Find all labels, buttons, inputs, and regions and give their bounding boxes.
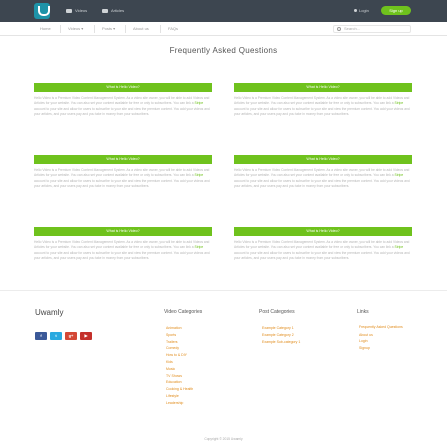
login-link[interactable]: Login [354,8,369,13]
copyright-text: Copyright © 2015 Uwamly [204,437,243,441]
nav-articles-label: Articles [111,8,125,13]
faq-question-header[interactable]: What is Hello Video? [234,83,412,92]
video-category-link[interactable]: TV Shows [166,373,193,380]
links-list: Frequently Asked Questions About us Logi… [359,325,409,352]
video-categories-title: Video Categories [164,309,203,315]
faq-answer: Hello Video is a Premium Video Content M… [34,96,212,128]
video-icon [66,8,72,13]
search-input[interactable]: Search... [333,25,411,33]
video-category-link[interactable]: Lifestyle [166,393,193,400]
footer-link[interactable]: About us [359,332,409,339]
page-title: Frequently Asked Questions [169,46,278,55]
video-category-link[interactable]: Comedy [166,345,193,352]
main-navbar: Home Videos ▾ Posts ▾ About us FAQs Sear… [0,22,447,36]
faq-item: What is Hello Video? Hello Video is a Pr… [34,155,212,200]
stripe-link[interactable]: Stripe [195,173,204,177]
faq-item: What is Hello Video? Hello Video is a Pr… [34,83,212,128]
footer-link[interactable]: Login [359,338,409,345]
footer-link[interactable]: Signup [359,345,409,352]
faq-question-header[interactable]: What is Hello Video? [234,227,412,236]
google-plus-icon[interactable]: g+ [65,332,77,340]
nav-home[interactable]: Home [40,26,51,31]
faq-answer: Hello Video is a Premium Video Content M… [34,240,212,272]
nav-articles-link[interactable]: Articles [102,8,124,13]
faq-answer-text: Hello Video is a Premium Video Content M… [34,96,210,106]
youtube-icon[interactable]: ▶ [80,332,92,340]
faq-answer-text: account to your site and allow for users… [34,106,210,117]
video-category-link[interactable]: Education [166,379,193,386]
article-icon [102,8,108,13]
faq-answer-text: account to your site and allow for users… [34,250,210,261]
nav-videos-label: Videos [75,8,88,13]
signup-button[interactable]: Sign up [381,6,411,15]
video-category-link[interactable]: Kids [166,359,193,366]
post-category-link[interactable]: Example Category 2 [262,332,300,339]
video-category-link[interactable]: Sports [166,332,193,339]
post-category-link[interactable]: Example Sub-category 1 [262,339,300,346]
faq-answer-text: Hello Video is a Premium Video Content M… [34,240,210,250]
twitter-icon[interactable]: t [50,332,62,340]
faq-question-header[interactable]: What is Hello Video? [234,155,412,164]
stripe-link[interactable]: Stripe [395,173,404,177]
faq-answer-text: Hello Video is a Premium Video Content M… [234,168,410,178]
login-label: Login [359,8,369,13]
video-category-link[interactable]: Cooking & Health [166,386,193,393]
faq-answer-text: account to your site and allow for users… [234,106,410,117]
video-category-link[interactable]: How to & DIY [166,352,193,359]
faq-answer-text: Hello Video is a Premium Video Content M… [234,240,410,250]
links-title: Links [357,309,369,315]
faq-answer-text: account to your site and allow for users… [234,178,410,189]
faq-question-header[interactable]: What is Hello Video? [34,155,212,164]
video-category-link[interactable]: Music [166,366,193,373]
faq-question-header[interactable]: What is Hello Video? [34,227,212,236]
stripe-link[interactable]: Stripe [195,101,204,105]
video-category-link[interactable]: Leadership [166,400,193,407]
faq-question-header[interactable]: What is Hello Video? [34,83,212,92]
stripe-link[interactable]: Stripe [195,245,204,249]
faq-item: What is Hello Video? Hello Video is a Pr… [234,83,412,128]
footer-divider [0,290,447,291]
faq-answer-text: Hello Video is a Premium Video Content M… [234,96,410,106]
facebook-icon[interactable]: f [35,332,47,340]
faq-answer: Hello Video is a Premium Video Content M… [234,240,412,272]
nav-divider [125,25,126,33]
stripe-link[interactable]: Stripe [395,101,404,105]
faq-answer: Hello Video is a Premium Video Content M… [34,168,212,200]
video-category-link[interactable]: Animation [166,325,193,332]
top-bar: Videos Articles Login Sign up [0,0,447,22]
nav-divider [94,25,95,33]
video-categories-list: Animation Sports Trailers Comedy How to … [166,325,193,407]
site-logo-icon[interactable] [34,3,50,19]
faq-item: What is Hello Video? Hello Video is a Pr… [234,227,412,272]
post-categories-title: Post Categories [259,309,295,315]
faq-item: What is Hello Video? Hello Video is a Pr… [34,227,212,272]
faq-answer-text: Hello Video is a Premium Video Content M… [34,168,210,178]
faq-item: What is Hello Video? Hello Video is a Pr… [234,155,412,200]
nav-divider [60,25,61,33]
search-placeholder: Search... [344,26,361,31]
post-categories-list: Example Category 1 Example Category 2 Ex… [262,325,300,345]
faq-answer-text: account to your site and allow for users… [234,250,410,261]
faq-answer-text: account to your site and allow for users… [34,178,210,189]
stripe-link[interactable]: Stripe [395,245,404,249]
nav-faqs[interactable]: FAQs [168,26,178,31]
post-category-link[interactable]: Example Category 1 [262,325,300,332]
nav-divider [160,25,161,33]
footer-link[interactable]: Frequently Asked Questions [359,325,409,330]
faq-answer: Hello Video is a Premium Video Content M… [234,96,412,128]
nav-videos-dropdown[interactable]: Videos ▾ [68,26,83,31]
nav-posts-dropdown[interactable]: Posts ▾ [102,26,115,31]
faq-answer: Hello Video is a Premium Video Content M… [234,168,412,200]
search-icon [337,27,341,31]
video-category-link[interactable]: Trailers [166,339,193,346]
nav-videos-link[interactable]: Videos [66,8,87,13]
user-icon [354,9,357,12]
nav-about[interactable]: About us [133,26,149,31]
footer-brand: Uwamly [35,308,64,317]
